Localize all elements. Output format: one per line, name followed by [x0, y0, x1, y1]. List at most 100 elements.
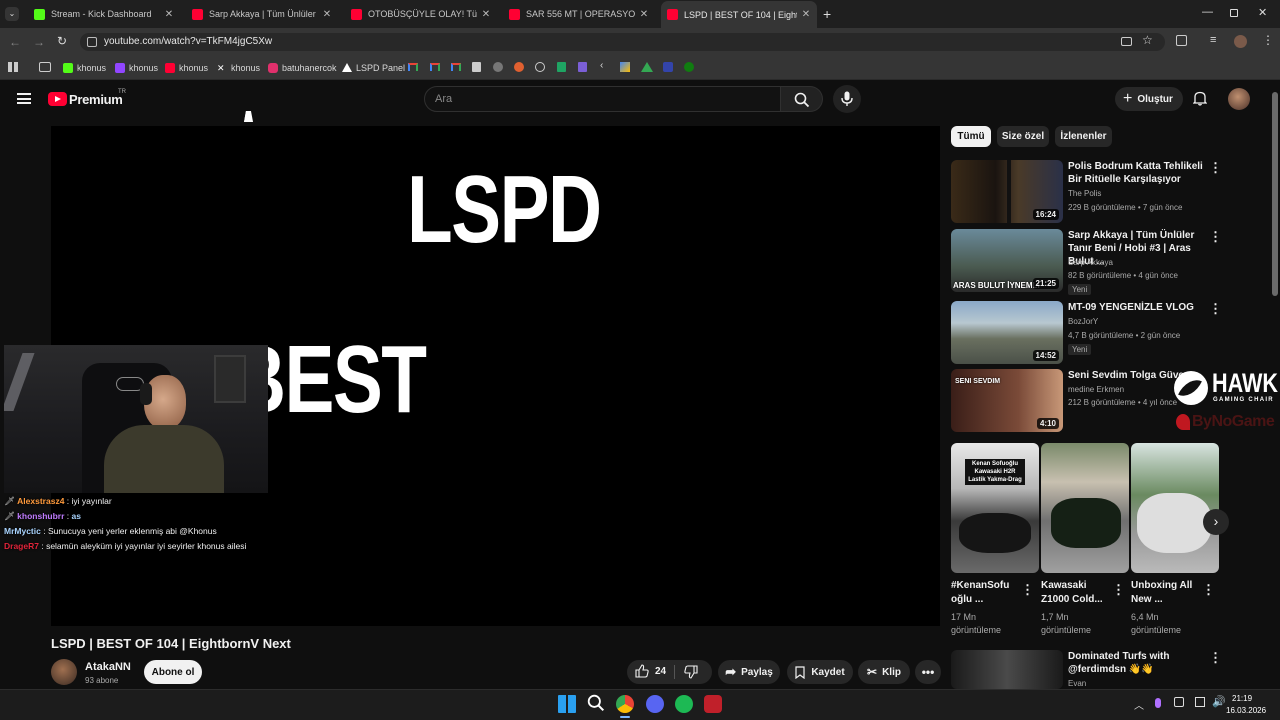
folder-icon[interactable]: [39, 62, 51, 72]
channel-avatar[interactable]: [51, 659, 77, 685]
arrow-icon[interactable]: ‹: [600, 60, 603, 71]
taskbar-date[interactable]: 16.03.2026: [1226, 706, 1266, 715]
subscribe-button[interactable]: Abone ol: [144, 660, 202, 684]
translate-icon[interactable]: [493, 62, 503, 72]
audio-device-icon[interactable]: [1174, 697, 1184, 707]
new-tab-button[interactable]: +: [823, 6, 831, 22]
bookmark-khonus-x[interactable]: ✕ khonus: [217, 61, 260, 74]
search-button[interactable]: [781, 86, 823, 112]
tab-kick[interactable]: Stream - Kick Dashboard ✕: [28, 3, 180, 25]
chip-for-you[interactable]: Size özel: [997, 126, 1049, 147]
more-vertical-icon[interactable]: ⋮: [1021, 583, 1034, 598]
close-window-button[interactable]: ✕: [1258, 6, 1267, 19]
close-icon[interactable]: ✕: [801, 9, 811, 20]
extensions-icon[interactable]: [1176, 35, 1187, 46]
short-thumbnail[interactable]: [1131, 443, 1219, 573]
network-icon[interactable]: [1195, 697, 1205, 707]
search-box[interactable]: [424, 86, 781, 112]
xbox-icon[interactable]: [684, 62, 694, 72]
scrollbar-thumb[interactable]: [1272, 92, 1278, 296]
more-vertical-icon[interactable]: ⋮: [1112, 583, 1125, 598]
close-icon[interactable]: ✕: [639, 9, 649, 20]
tab-sar[interactable]: SAR 556 MT | OPERASYON SAH ✕: [503, 3, 655, 25]
rec-channel[interactable]: Sarp Akkaya: [1068, 258, 1113, 267]
youtube-logo-icon[interactable]: [48, 92, 67, 106]
clip-button[interactable]: ✂ Klip: [858, 660, 910, 684]
apps-icon[interactable]: [8, 62, 18, 72]
like-button[interactable]: 24: [635, 664, 666, 678]
tab-sarp[interactable]: Sarp Akkaya | Tüm Ünlüler Tanı ✕: [186, 3, 338, 25]
close-icon[interactable]: ✕: [481, 9, 491, 20]
gmail-icon[interactable]: [408, 63, 418, 71]
rec-title[interactable]: MT-09 YENGENİZLE VLOG: [1068, 301, 1208, 314]
list-icon[interactable]: [578, 62, 587, 72]
rec-title[interactable]: Dominated Turfs with @ferdimdsn 👋👋: [1068, 650, 1188, 676]
short-title[interactable]: Kawasaki Z1000 Cold...: [1041, 579, 1113, 607]
maximize-button[interactable]: [1230, 9, 1238, 17]
voice-search-button[interactable]: [833, 85, 861, 113]
close-icon[interactable]: ✕: [164, 9, 174, 20]
bookmark-khonus-kick[interactable]: khonus: [63, 61, 106, 74]
app-icon[interactable]: [704, 695, 722, 713]
rec-title[interactable]: Polis Bodrum Katta Tehlikeli Bir Ritüell…: [1068, 160, 1208, 186]
forward-icon[interactable]: →: [33, 35, 45, 49]
rec-channel[interactable]: BozJorY: [1068, 317, 1098, 326]
bookmark-khonus-youtube[interactable]: khonus: [165, 61, 208, 74]
rec-channel[interactable]: The Polis: [1068, 189, 1101, 198]
pen-icon[interactable]: [620, 62, 630, 72]
install-app-icon[interactable]: [1121, 37, 1132, 46]
close-icon[interactable]: ✕: [322, 9, 332, 20]
channel-name[interactable]: AtakaNN: [85, 661, 131, 673]
rec-thumbnail[interactable]: ARAS BULUT İYNEMLİ 21:25: [951, 229, 1063, 292]
more-vertical-icon[interactable]: ⋮: [1209, 302, 1222, 317]
shorts-next-button[interactable]: ›: [1203, 509, 1229, 535]
spotify-icon[interactable]: [675, 695, 693, 713]
more-vertical-icon[interactable]: ⋮: [1202, 583, 1215, 598]
minimize-button[interactable]: —: [1202, 6, 1213, 18]
taskbar-time[interactable]: 21:19: [1232, 694, 1252, 703]
gmail-icon[interactable]: [430, 63, 440, 71]
volume-icon[interactable]: 🔊: [1212, 695, 1226, 708]
chip-all[interactable]: Tümü: [951, 126, 991, 147]
microphone-icon[interactable]: [1155, 698, 1161, 708]
calculator-icon[interactable]: [472, 62, 481, 72]
star-icon[interactable]: ☆: [1142, 33, 1153, 47]
search-icon[interactable]: [587, 694, 605, 717]
tab-search-icon[interactable]: ⌄: [5, 7, 19, 21]
search-input[interactable]: Ara: [435, 93, 452, 105]
url-text[interactable]: youtube.com/watch?v=TkFM4jgC5Xw: [104, 36, 272, 47]
rec-thumbnail[interactable]: 14:52: [951, 301, 1063, 364]
drive-icon[interactable]: [641, 62, 653, 72]
share-button[interactable]: ➦ Paylaş: [718, 660, 780, 684]
discord-icon[interactable]: [646, 695, 664, 713]
rec-channel[interactable]: Evan: [1068, 679, 1086, 688]
profile-avatar[interactable]: [1234, 35, 1247, 48]
rec-thumbnail[interactable]: [951, 650, 1063, 689]
short-thumbnail[interactable]: [1041, 443, 1129, 573]
site-info-icon[interactable]: [87, 37, 97, 47]
red-extension-icon[interactable]: [514, 62, 524, 72]
chevron-up-icon[interactable]: ︿: [1134, 697, 1144, 712]
hamburger-menu-icon[interactable]: [17, 93, 31, 104]
gmail-icon[interactable]: [451, 63, 461, 71]
back-icon[interactable]: ←: [9, 35, 21, 49]
rec-channel[interactable]: medine Erkmen: [1068, 385, 1124, 394]
tab-otobus[interactable]: OTOBÜSÇÜYLE OLAY! Türkiye'd ✕: [345, 3, 497, 25]
notifications-bell-icon[interactable]: [1192, 91, 1208, 106]
create-button[interactable]: + Oluştur: [1115, 87, 1183, 111]
chrome-icon[interactable]: [616, 695, 634, 713]
short-title[interactable]: Unboxing All New ...: [1131, 579, 1203, 607]
youtube-logo-text[interactable]: Premium: [69, 92, 123, 107]
save-button[interactable]: Kaydet: [787, 660, 853, 684]
more-vertical-icon[interactable]: ⋮: [1209, 651, 1222, 666]
bookmark-lspd-panel[interactable]: LSPD Panel: [342, 61, 405, 74]
windows-start-icon[interactable]: [558, 695, 576, 713]
short-thumbnail[interactable]: Kenan Sofuoğlu Kawasaki H2R Lastik Yakma…: [951, 443, 1039, 573]
more-vertical-icon[interactable]: ⋮: [1209, 230, 1222, 245]
account-avatar[interactable]: [1228, 88, 1250, 110]
media-icon[interactable]: ≡: [1210, 34, 1216, 46]
sheets-icon[interactable]: [557, 62, 566, 72]
rec-thumbnail[interactable]: 16:24: [951, 160, 1063, 223]
more-actions-button[interactable]: •••: [915, 660, 941, 684]
bookmark-batuhanercok[interactable]: batuhanercok: [268, 61, 337, 74]
